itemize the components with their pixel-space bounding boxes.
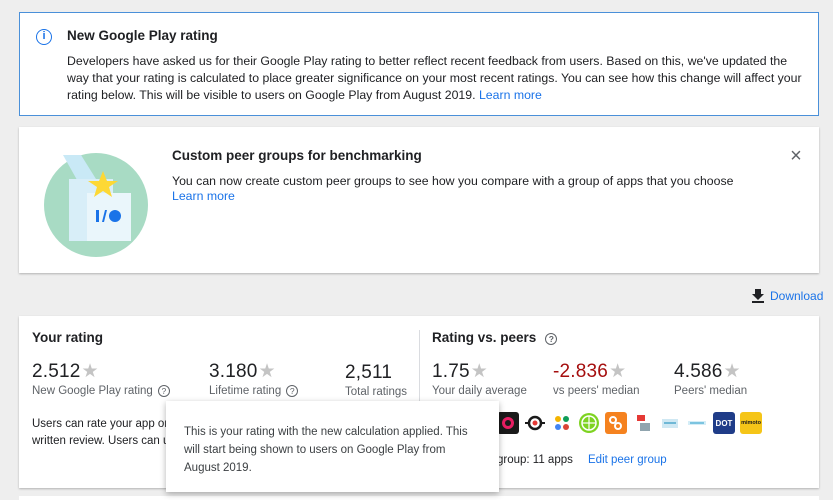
star-icon: ★ (609, 361, 627, 382)
new-rating-label-text: New Google Play rating (32, 385, 153, 397)
info-icon: i (36, 29, 52, 45)
total-ratings-value: 2,511 (345, 362, 393, 383)
edit-peer-group-link[interactable]: Edit peer group (588, 454, 667, 466)
download-button[interactable]: Download (752, 289, 823, 303)
peer-app-icon[interactable]: mimoto (740, 412, 762, 434)
new-rating-metric: 2.512★ New Google Play rating? (32, 360, 170, 397)
close-icon[interactable]: × (787, 146, 805, 166)
lifetime-rating-metric: 3.180★ Lifetime rating? (209, 360, 299, 397)
total-ratings-metric: 2,511 Total ratings (345, 362, 407, 398)
daily-average-metric: 1.75★ Your daily average (432, 360, 527, 397)
vs-peers-label: vs peers' median (553, 385, 640, 397)
peers-median-label: Peers' median (674, 385, 748, 397)
peer-learn-more-link[interactable]: Learn more (172, 189, 235, 203)
banner-body: Developers have asked us for their Googl… (67, 54, 802, 102)
lifetime-rating-label: Lifetime rating? (209, 385, 299, 397)
daily-average-value: 1.75 (432, 361, 470, 382)
peers-median-value: 4.586 (674, 361, 723, 382)
new-rating-label: New Google Play rating? (32, 385, 170, 397)
peer-app-icon[interactable] (578, 412, 600, 434)
banner-title: New Google Play rating (67, 28, 218, 43)
peers-median-metric: 4.586★ Peers' median (674, 360, 747, 397)
star-icon: ★ (723, 361, 741, 382)
star-icon: ★ (81, 361, 99, 382)
total-ratings-label: Total ratings (345, 386, 408, 398)
peer-groups-card: Custom peer groups for benchmarking You … (19, 127, 819, 273)
vs-peers-metric: -2.836★ vs peers' median (553, 360, 640, 397)
new-rating-value: 2.512 (32, 361, 81, 382)
peer-app-icon[interactable] (632, 412, 654, 434)
daily-average-label: Your daily average (432, 385, 527, 397)
vs-peers-value: -2.836 (553, 361, 609, 382)
peer-app-icon[interactable] (524, 412, 546, 434)
banner-text: Developers have asked us for their Googl… (67, 53, 807, 104)
peer-app-icon[interactable] (551, 412, 573, 434)
lifetime-rating-label-text: Lifetime rating (209, 385, 282, 397)
star-icon: ★ (470, 361, 488, 382)
peer-app-icon[interactable] (686, 412, 708, 434)
peer-app-icons: DOT mimoto (497, 412, 762, 434)
peer-app-icon[interactable] (659, 412, 681, 434)
download-icon (752, 289, 764, 303)
rating-info-banner: i New Google Play rating Developers have… (19, 12, 819, 116)
star-icon: ★ (258, 361, 276, 382)
io-gift-illustration (44, 153, 148, 257)
peer-group-count: group: 11 apps (497, 454, 573, 466)
users-text-line-2: written review. Users can up (32, 435, 176, 447)
download-label: Download (770, 289, 824, 303)
peer-app-icon[interactable]: DOT (713, 412, 735, 434)
rating-tooltip: This is your rating with the new calcula… (166, 401, 499, 492)
help-icon[interactable]: ? (286, 385, 299, 397)
peer-card-text: You can now create custom peer groups to… (172, 174, 734, 188)
next-card (19, 496, 819, 500)
peer-card-title: Custom peer groups for benchmarking (172, 148, 422, 163)
rating-vs-peers-title-text: Rating vs. peers (432, 330, 537, 345)
lifetime-rating-value: 3.180 (209, 361, 258, 382)
banner-learn-more-link[interactable]: Learn more (479, 88, 542, 102)
rating-vs-peers-title: Rating vs. peers? (432, 330, 558, 345)
peer-app-icon[interactable] (605, 412, 627, 434)
your-rating-title: Your rating (32, 330, 104, 345)
help-icon[interactable]: ? (157, 385, 170, 397)
users-text-line-1: Users can rate your app on G (32, 418, 183, 430)
peer-app-icon[interactable] (497, 412, 519, 434)
help-icon[interactable]: ? (545, 333, 558, 345)
users-rating-text: Users can rate your app on G written rev… (32, 416, 183, 450)
